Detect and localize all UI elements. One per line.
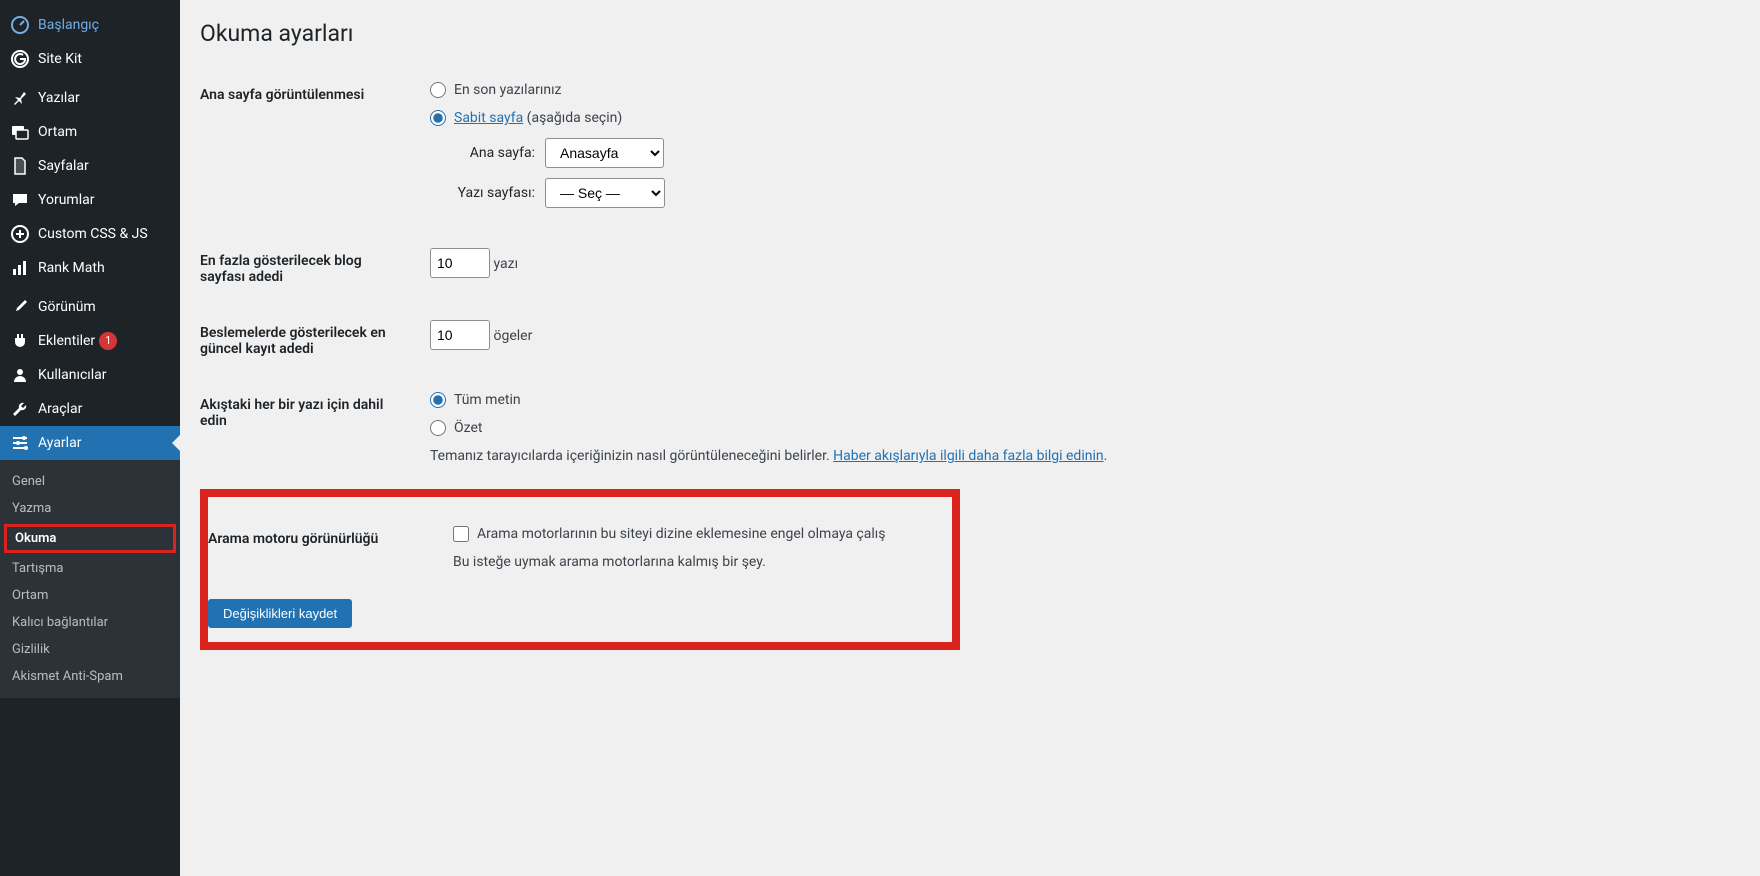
- sidebar-item-comments[interactable]: Yorumlar: [0, 183, 180, 217]
- plus-circle-icon: [10, 224, 30, 244]
- row-label-feed-content: Akıştaki her bir yazı için dahil edin: [200, 377, 420, 479]
- sidebar-label: Kullanıcılar: [38, 367, 107, 383]
- row-label-homepage: Ana sayfa görüntülenmesi: [200, 67, 420, 233]
- pin-icon: [10, 88, 30, 108]
- radio-static-page[interactable]: [430, 110, 446, 126]
- posts-per-page-suffix: yazı: [493, 256, 518, 272]
- dashboard-icon: [10, 15, 30, 35]
- user-icon: [10, 365, 30, 385]
- brush-icon: [10, 297, 30, 317]
- sidebar-item-users[interactable]: Kullanıcılar: [0, 358, 180, 392]
- row-label-search-visibility: Arama motoru görünürlüğü: [208, 511, 443, 585]
- posts-per-page-input[interactable]: [430, 248, 490, 278]
- sidebar-label: Ortam: [38, 124, 77, 140]
- sidebar-label: Eklentiler: [38, 333, 95, 349]
- save-button[interactable]: Değişiklikleri kaydet: [208, 599, 352, 628]
- posts-page-select[interactable]: — Seç —: [545, 178, 665, 208]
- radio-label-latest: En son yazılarınız: [454, 82, 562, 98]
- highlight-annotation: Arama motoru görünürlüğü Arama motorları…: [200, 489, 960, 650]
- sidebar-item-customcss[interactable]: Custom CSS & JS: [0, 217, 180, 251]
- submenu-item-permalinks[interactable]: Kalıcı bağlantılar: [0, 609, 180, 636]
- feed-items-input[interactable]: [430, 320, 490, 350]
- search-visibility-note: Bu isteğe uymak arama motorlarına kalmış…: [453, 554, 928, 570]
- feed-note: Temanız tarayıcılarda içeriğinizin nasıl…: [430, 448, 1730, 464]
- sidebar-item-tools[interactable]: Araçlar: [0, 392, 180, 426]
- sidebar-item-settings[interactable]: Ayarlar: [0, 426, 180, 460]
- radio-full-text[interactable]: [430, 392, 446, 408]
- media-icon: [10, 122, 30, 142]
- sidebar-item-sitekit[interactable]: Site Kit: [0, 42, 180, 76]
- submenu-item-general[interactable]: Genel: [0, 468, 180, 495]
- sidebar-item-dashboard[interactable]: Başlangıç: [0, 8, 180, 42]
- submenu-item-akismet[interactable]: Akismet Anti-Spam: [0, 663, 180, 690]
- sidebar-label: Başlangıç: [38, 17, 99, 33]
- feed-items-suffix: ögeler: [493, 328, 532, 344]
- admin-sidebar: Başlangıç Site Kit Yazılar Ortam Sayfala…: [0, 0, 180, 876]
- update-badge: 1: [99, 332, 117, 350]
- sidebar-label: Araçlar: [38, 401, 82, 417]
- plugin-icon: [10, 331, 30, 351]
- radio-label-static-suffix: (aşağıda seçin): [523, 110, 622, 126]
- wrench-icon: [10, 399, 30, 419]
- posts-page-label: Yazı sayfası:: [450, 185, 535, 201]
- radio-summary[interactable]: [430, 420, 446, 436]
- sidebar-item-plugins[interactable]: Eklentiler 1: [0, 324, 180, 358]
- page-icon: [10, 156, 30, 176]
- feed-note-prefix: Temanız tarayıcılarda içeriğinizin nasıl…: [430, 448, 833, 464]
- submenu-item-reading[interactable]: Okuma: [4, 524, 176, 553]
- checkbox-search-visibility[interactable]: [453, 526, 469, 542]
- front-page-label: Ana sayfa:: [450, 145, 535, 161]
- checkbox-label-search: Arama motorlarının bu siteyi dizine ekle…: [477, 526, 885, 542]
- row-label-feed-items: Beslemelerde gösterilecek en güncel kayı…: [200, 305, 420, 377]
- sidebar-item-pages[interactable]: Sayfalar: [0, 149, 180, 183]
- sidebar-label: Yazılar: [38, 90, 80, 106]
- g-icon: [10, 49, 30, 69]
- sidebar-label: Custom CSS & JS: [38, 226, 148, 242]
- sidebar-item-media[interactable]: Ortam: [0, 115, 180, 149]
- radio-label-summary: Özet: [454, 420, 482, 436]
- submenu-item-writing[interactable]: Yazma: [0, 495, 180, 522]
- sidebar-item-rankmath[interactable]: Rank Math: [0, 251, 180, 285]
- sliders-icon: [10, 433, 30, 453]
- radio-label-static-link[interactable]: Sabit sayfa: [454, 110, 523, 126]
- sidebar-item-posts[interactable]: Yazılar: [0, 81, 180, 115]
- main-content: Okuma ayarları Ana sayfa görüntülenmesi …: [180, 0, 1760, 876]
- submenu-item-privacy[interactable]: Gizlilik: [0, 636, 180, 663]
- comment-icon: [10, 190, 30, 210]
- row-label-posts-per-page: En fazla gösterilecek blog sayfası adedi: [200, 233, 420, 305]
- sidebar-label: Site Kit: [38, 51, 82, 67]
- submenu-item-discussion[interactable]: Tartışma: [0, 555, 180, 582]
- sidebar-label: Sayfalar: [38, 158, 89, 174]
- radio-latest-posts[interactable]: [430, 82, 446, 98]
- sidebar-label: Yorumlar: [38, 192, 94, 208]
- sidebar-label: Görünüm: [38, 299, 96, 315]
- sidebar-item-appearance[interactable]: Görünüm: [0, 290, 180, 324]
- chart-icon: [10, 258, 30, 278]
- settings-submenu: Genel Yazma Okuma Tartışma Ortam Kalıcı …: [0, 460, 180, 698]
- feed-note-link[interactable]: Haber akışlarıyla ilgili daha fazla bilg…: [833, 448, 1103, 464]
- radio-label-full: Tüm metin: [454, 392, 521, 408]
- sidebar-label: Ayarlar: [38, 435, 81, 451]
- feed-note-suffix: .: [1104, 448, 1108, 464]
- sidebar-label: Rank Math: [38, 260, 105, 276]
- submenu-item-media[interactable]: Ortam: [0, 582, 180, 609]
- page-title: Okuma ayarları: [200, 20, 1740, 47]
- settings-form: Ana sayfa görüntülenmesi En son yazıları…: [200, 67, 1740, 479]
- front-page-select[interactable]: Anasayfa: [545, 138, 664, 168]
